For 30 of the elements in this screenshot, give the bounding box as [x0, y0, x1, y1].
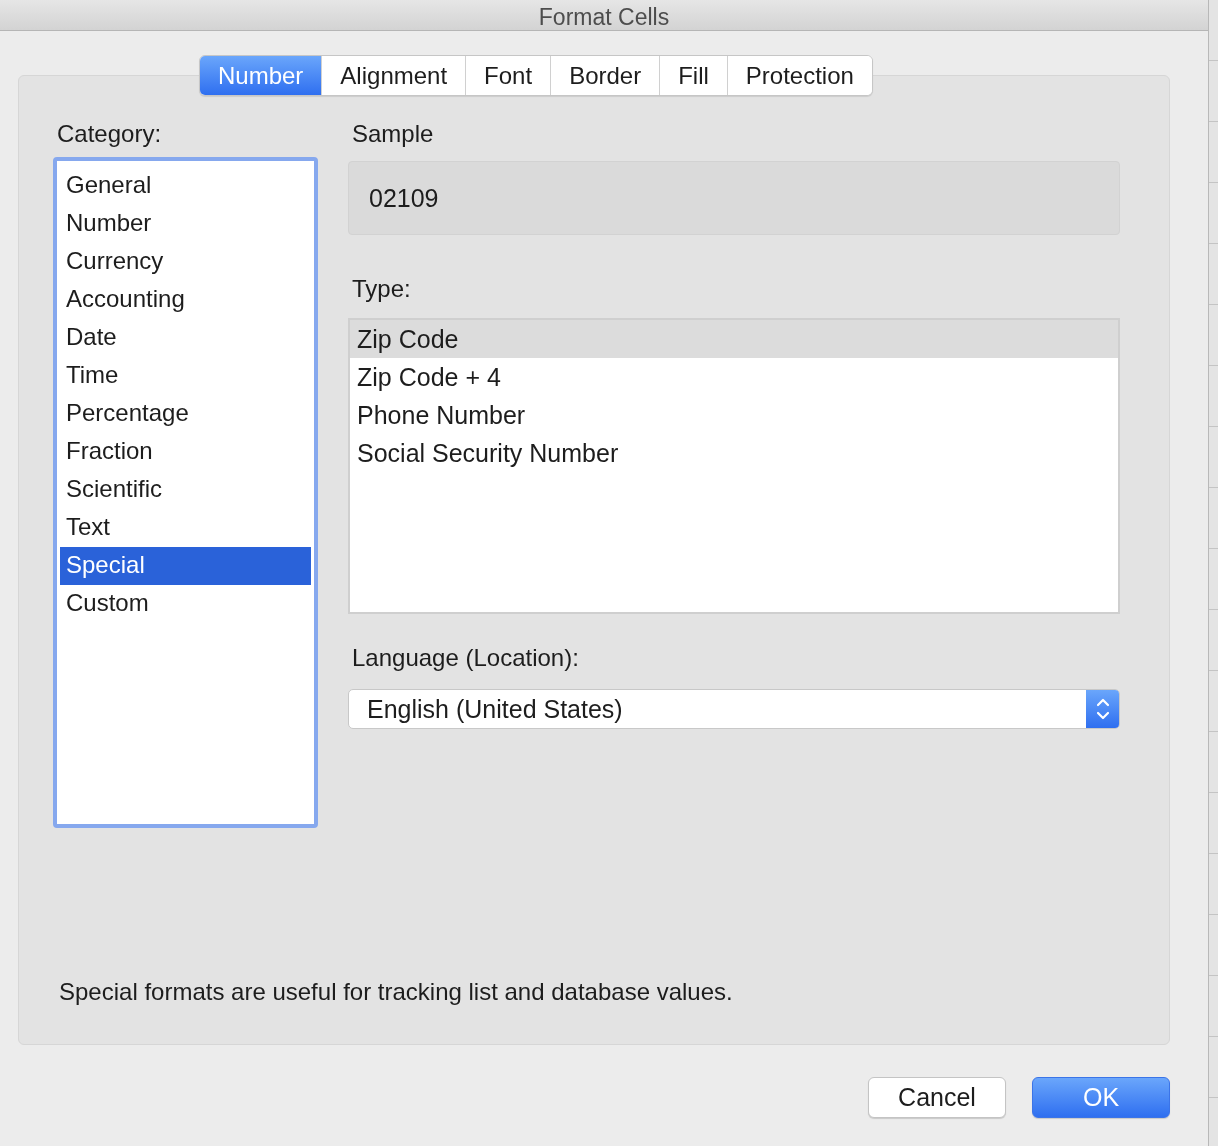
type-label: Type:: [352, 275, 412, 303]
category-item[interactable]: Date: [60, 319, 311, 357]
category-item[interactable]: Currency: [60, 243, 311, 281]
category-item[interactable]: Percentage: [60, 395, 311, 433]
language-label: Language (Location):: [352, 644, 580, 672]
category-item[interactable]: General: [60, 167, 311, 205]
tab[interactable]: Fill: [659, 56, 727, 95]
category-label: Category:: [57, 120, 163, 148]
category-item[interactable]: Accounting: [60, 281, 311, 319]
tab[interactable]: Border: [550, 56, 660, 95]
category-item[interactable]: Number: [60, 205, 311, 243]
cancel-button[interactable]: Cancel: [868, 1077, 1006, 1118]
category-item[interactable]: Special: [60, 547, 311, 585]
type-item[interactable]: Social Security Number: [350, 434, 1118, 472]
category-item[interactable]: Custom: [60, 585, 311, 623]
type-item[interactable]: Phone Number: [350, 396, 1118, 434]
window-title: Format Cells: [538, 4, 670, 30]
tab[interactable]: Alignment: [321, 56, 466, 95]
type-item[interactable]: Zip Code + 4: [350, 358, 1118, 396]
type-item[interactable]: Zip Code: [350, 320, 1118, 358]
language-dropdown[interactable]: English (United States): [348, 689, 1120, 729]
tab[interactable]: Protection: [726, 56, 872, 95]
description-text: Special formats are useful for tracking list and database values.: [59, 978, 734, 1006]
category-item[interactable]: Text: [60, 509, 311, 547]
category-item[interactable]: Scientific: [60, 471, 311, 509]
category-item[interactable]: Fraction: [60, 433, 311, 471]
sample-preview: 02109: [348, 161, 1120, 235]
sample-label: Sample: [352, 120, 435, 148]
tab[interactable]: Font: [465, 56, 551, 95]
category-item[interactable]: Time: [60, 357, 311, 395]
